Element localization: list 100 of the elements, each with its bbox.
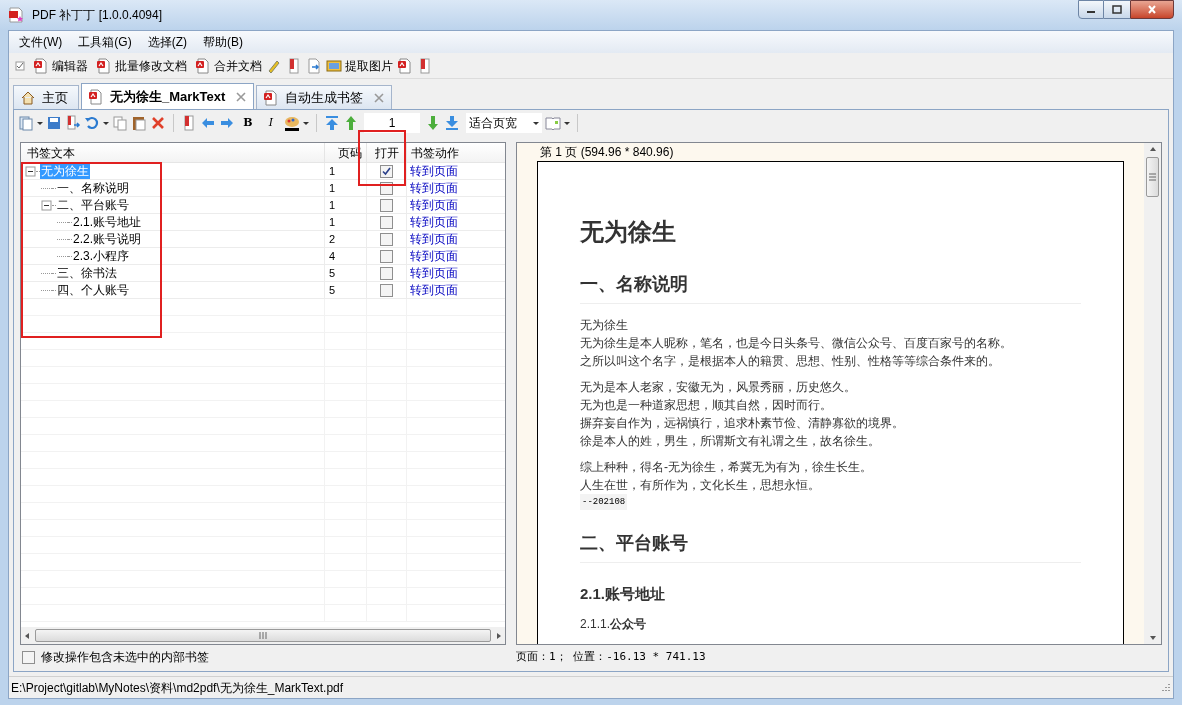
action-link[interactable]: 转到页面 [407,180,505,196]
column-header[interactable]: 书签文本 [21,143,325,162]
house-icon [20,89,36,106]
paragraph-line: 之所以叫这个名字，是根据本人的籍贯、思想、性别、性格等等综合条件来的。 [580,353,1001,370]
page-cell: 1 [325,197,367,213]
paragraph-line: 无为徐生 [580,317,629,334]
action-link[interactable]: 转到页面 [407,248,505,264]
paragraph-line: 徐是本人的姓，男生，所谓斯文有礼谓之生，故名徐生。 [580,433,881,450]
menu-item[interactable]: 选择(Z) [139,33,195,51]
pdf-icon[interactable] [33,57,49,74]
collapse-icon[interactable] [41,199,52,211]
menu-item[interactable]: 帮助(B) [195,33,251,51]
action-link[interactable]: 转到页面 [407,214,505,230]
paragraph-line: 无为徐生是本人昵称，笔名，也是今日头条号、微信公众号、百度百家号的名称。 [580,335,1013,352]
action-link[interactable]: 转到页面 [407,231,505,247]
subsection-heading: 2.1.账号地址 [580,584,667,604]
down-arrow-icon[interactable] [425,115,441,131]
tab[interactable]: 无为徐生_MarkText [81,83,255,109]
action-link[interactable]: 转到页面 [407,282,505,298]
extract-images-button[interactable]: 提取图片 [326,56,393,75]
first-page-icon[interactable] [324,115,340,131]
pdf-icon[interactable] [397,57,413,74]
menu-item[interactable]: 工具箱(G) [70,33,140,51]
action-link[interactable]: 转到页面 [407,265,505,281]
close-button[interactable] [1130,0,1174,19]
window-title: PDF 补丁丁 [1.0.0.4094] [32,7,163,24]
paragraph-line: 无为也是一种道家思想，顺其自然，因时而行。 [580,397,833,414]
bookmark-title[interactable]: 2.2.账号说明 [72,231,142,247]
document-arrow-icon[interactable] [306,57,322,74]
page-number-field[interactable]: 1 [364,113,420,133]
bookmark-title[interactable]: 四、个人账号 [56,282,130,298]
bookmark-title[interactable]: 一、名称说明 [56,180,130,196]
zoom-dropdown[interactable]: 适合页宽 [466,113,542,133]
status-bar-path: E:\Project\gitlab\MyNotes\资料\md2pdf\无为徐生_MarkText.pdf [11,679,345,697]
save-icon[interactable] [46,115,62,131]
page-cell: 1 [325,163,367,179]
action-link[interactable]: 转到页面 [407,197,505,213]
checked-checkbox-icon[interactable] [380,164,393,178]
tab[interactable]: 自动生成书签 [256,85,393,109]
maximize-button[interactable] [1104,0,1130,19]
menu-item[interactable]: 文件(W) [11,33,71,51]
checkbox-icon[interactable] [380,198,393,212]
close-icon[interactable] [235,90,248,103]
tab[interactable]: 主页 [13,85,79,109]
image-icon [326,57,342,74]
checkbox-icon[interactable] [380,283,393,297]
page-cell: 2 [325,231,367,247]
pdf-icon[interactable] [96,57,112,74]
bookmark-icon[interactable] [286,57,302,74]
section-heading: 二、平台账号 [580,530,1081,563]
paragraph-line: 综上种种，得名-无为徐生，希冀无为有为，徐生长生。 [580,459,873,476]
collapse-icon[interactable] [25,165,36,177]
batch-edit-button[interactable]: 批量修改文档 [96,56,187,75]
bookmark-icon[interactable] [417,57,433,74]
undo-icon[interactable] [84,115,100,131]
palette-icon[interactable] [284,115,300,131]
page-cell: 4 [325,248,367,264]
close-icon[interactable] [373,91,386,104]
bookmark-title[interactable]: 2.1.账号地址 [72,214,142,230]
column-header[interactable]: 打开 [367,143,407,162]
checkbox-label[interactable]: 修改操作包含未选中的内部书签 [41,648,209,666]
bookmark-title[interactable]: 二、平台账号 [56,197,130,213]
checkbox-icon[interactable] [22,650,35,664]
export-icon[interactable] [65,115,81,131]
pdf-icon[interactable] [195,57,211,74]
bookmark-icon[interactable] [181,115,197,131]
subsection-heading: 2.1.1.公众号 [580,616,648,633]
bold-button[interactable]: B [238,114,258,132]
page-cell: 1 [325,180,367,196]
bookmark-title[interactable]: 三、徐书法 [56,265,118,281]
grip-icon[interactable] [1149,173,1156,181]
right-arrow-icon[interactable] [219,115,235,131]
up-arrow-icon[interactable] [343,115,359,131]
column-header[interactable]: 书签动作 [407,143,505,162]
vertical-scrollbar[interactable] [1144,143,1161,644]
maximize-icon[interactable] [1112,5,1122,14]
resize-grip-icon[interactable] [1159,681,1171,694]
checkbox-icon[interactable] [380,266,393,280]
section-heading: 一、名称说明 [580,271,1081,304]
editor-button[interactable]: 编辑器 [33,56,88,75]
grip-icon[interactable] [259,632,267,639]
minimize-button[interactable] [1078,0,1104,19]
bookmark-title[interactable]: 2.3.小程序 [72,248,130,264]
page-cell: 5 [325,265,367,281]
last-page-icon[interactable] [444,115,460,131]
action-link[interactable]: 转到页面 [407,163,505,179]
merge-button[interactable]: 合并文档 [195,56,262,75]
paragraph-line: 人生在世，有所作为，文化长生，思想永恒。 [580,477,821,494]
italic-button[interactable]: I [261,114,281,132]
document-title: 无为徐生 [580,217,677,247]
delete-icon[interactable] [150,115,166,131]
pdf-icon[interactable] [263,89,280,106]
checkbox-icon[interactable] [380,249,393,263]
checkbox-icon[interactable] [380,215,393,229]
app-icon [8,7,24,23]
checkbox-icon[interactable] [380,232,393,246]
pdf-icon[interactable] [88,88,104,105]
paragraph-line: 摒弃妄自作为，远祸慎行，追求朴素节俭、清静寡欲的境界。 [580,415,905,432]
horizontal-scrollbar[interactable] [21,627,505,644]
paste-icon[interactable] [131,115,147,131]
